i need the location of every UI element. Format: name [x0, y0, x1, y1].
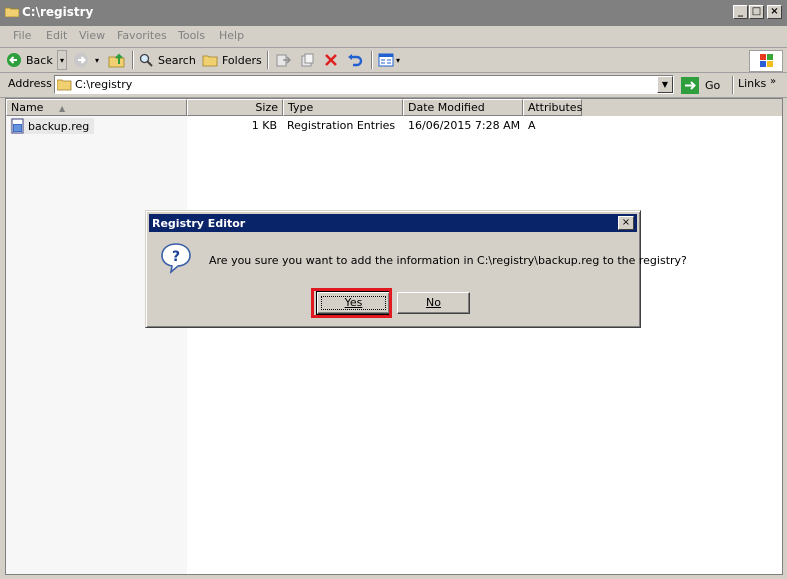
table-row[interactable]: backup.reg 1 KB Registration Entries 16/…	[6, 117, 782, 135]
minimize-button[interactable]: _	[733, 5, 748, 19]
yes-button-highlight-annotation	[311, 288, 392, 318]
menu-bar: File Edit View Favorites Tools Help	[0, 26, 787, 72]
menu-help[interactable]: Help	[219, 29, 244, 42]
column-header-attributes[interactable]: Attributes	[523, 99, 582, 116]
dialog-title: Registry Editor	[152, 217, 246, 230]
copy-to-button[interactable]	[299, 50, 315, 70]
back-arrow-icon	[7, 53, 21, 67]
registry-file-icon	[11, 118, 24, 134]
move-to-icon	[276, 54, 291, 67]
toolbar-separator	[132, 51, 134, 69]
links-button[interactable]: Links	[738, 77, 766, 90]
svg-text:?: ?	[172, 249, 180, 265]
up-folder-icon	[108, 53, 125, 68]
folder-icon	[5, 7, 19, 17]
folders-icon	[202, 55, 218, 67]
column-header-date-modified[interactable]: Date Modified	[403, 99, 523, 116]
back-label: Back	[26, 53, 53, 67]
menu-favorites[interactable]: Favorites	[117, 29, 167, 42]
back-dropdown[interactable]: ▾	[57, 50, 67, 70]
dialog-close-button[interactable]: ×	[618, 216, 634, 230]
close-button[interactable]: ×	[767, 5, 782, 19]
links-chevron-icon[interactable]: »	[770, 76, 776, 87]
registry-editor-dialog: Registry Editor × ? Are you sure you wan…	[145, 210, 687, 328]
maximize-button[interactable]: □	[749, 5, 764, 19]
file-attributes: A	[528, 119, 536, 132]
undo-icon	[348, 54, 363, 67]
go-button[interactable]: Go	[681, 75, 720, 95]
toolbar-separator	[732, 76, 734, 94]
folders-label: Folders	[222, 53, 262, 67]
address-input[interactable]: C:\registry ▼	[54, 75, 674, 94]
file-date-modified: 16/06/2015 7:28 AM	[408, 119, 521, 132]
forward-button[interactable]: ▾	[73, 50, 99, 70]
delete-button[interactable]	[323, 50, 339, 70]
column-header-type[interactable]: Type	[283, 99, 403, 116]
menu-tools[interactable]: Tools	[178, 29, 205, 42]
file-name: backup.reg	[28, 119, 90, 133]
question-icon: ?	[161, 243, 191, 275]
up-folder-button[interactable]	[108, 50, 126, 70]
folder-icon	[57, 79, 72, 91]
dialog-titlebar[interactable]: Registry Editor ×	[149, 214, 637, 232]
views-button[interactable]: ▾	[378, 50, 400, 70]
address-value: C:\registry	[75, 78, 133, 91]
menu-edit[interactable]: Edit	[46, 29, 67, 42]
folders-button[interactable]: Folders	[202, 50, 262, 70]
menu-file[interactable]: File	[13, 29, 31, 42]
menu-view[interactable]: View	[79, 29, 105, 42]
column-header-size[interactable]: Size	[187, 99, 283, 116]
sort-ascending-icon: ▲	[58, 104, 66, 113]
dialog-message: Are you sure you want to add the informa…	[209, 254, 687, 267]
file-list-view: Name ▲ Size Type Date Modified Attribute…	[5, 98, 783, 575]
file-size: 1 KB	[251, 119, 277, 132]
address-bar: Address C:\registry ▼ Go Links »	[0, 73, 787, 98]
address-label: Address	[8, 77, 52, 90]
toolbar-separator	[371, 51, 373, 69]
no-label: No	[426, 296, 441, 309]
copy-to-icon	[301, 53, 314, 67]
window-titlebar[interactable]: C:\registry _ □ ×	[0, 0, 787, 26]
undo-button[interactable]	[346, 50, 364, 70]
move-to-button[interactable]	[275, 50, 291, 70]
search-button[interactable]: Search	[138, 50, 196, 70]
explorer-window: C:\registry _ □ × File Edit View Favorit…	[0, 0, 787, 579]
address-dropdown-button[interactable]: ▼	[657, 76, 673, 93]
column-header-name-label: Name	[11, 101, 44, 114]
toolbar-separator	[267, 51, 269, 69]
standard-toolbar: Back ▾ ▾ Search Folders ▾	[0, 48, 787, 73]
back-button[interactable]: Back	[6, 50, 53, 70]
search-icon	[139, 53, 153, 67]
forward-arrow-icon	[74, 53, 88, 67]
go-label: Go	[705, 78, 721, 92]
window-title: C:\registry	[22, 5, 94, 19]
sorted-column-shading	[6, 99, 187, 574]
column-header-name[interactable]: Name ▲	[6, 99, 187, 116]
file-name-cell[interactable]: backup.reg	[10, 118, 95, 134]
go-arrow-icon	[681, 76, 699, 94]
search-label: Search	[158, 53, 196, 67]
column-header-row: Name ▲ Size Type Date Modified Attribute…	[6, 99, 782, 116]
views-icon	[378, 53, 394, 67]
delete-x-icon	[325, 54, 337, 66]
file-type: Registration Entries	[287, 119, 396, 132]
no-button[interactable]: No	[397, 292, 470, 314]
